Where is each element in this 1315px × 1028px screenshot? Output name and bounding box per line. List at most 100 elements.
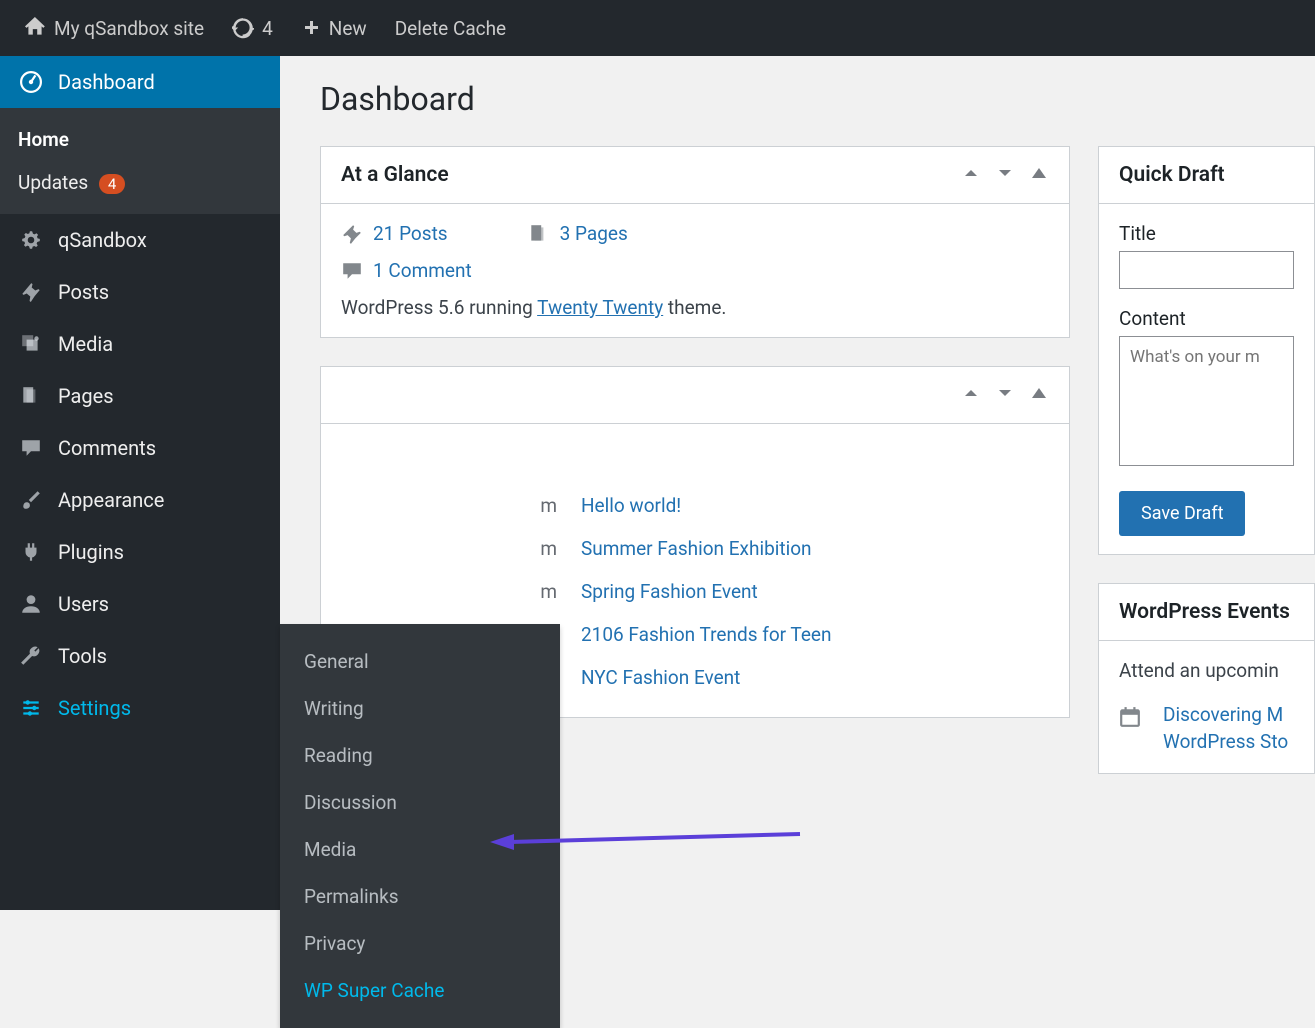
updates-link[interactable]: 4 (218, 0, 287, 56)
dashboard-submenu: Home Updates 4 (0, 108, 280, 214)
submenu-updates[interactable]: Updates 4 (0, 161, 280, 204)
menu-label: Dashboard (58, 70, 155, 94)
menu-plugins[interactable]: Plugins (0, 526, 280, 578)
activity-link[interactable]: Hello world! (581, 494, 681, 517)
new-label: New (329, 17, 367, 40)
site-name: My qSandbox site (54, 17, 204, 40)
move-down-icon[interactable] (995, 163, 1015, 187)
activity-row: mHello world! (341, 484, 1049, 527)
brush-icon (18, 489, 44, 511)
sliders-icon (18, 697, 44, 719)
updates-badge: 4 (99, 174, 125, 194)
glance-comments[interactable]: 1 Comment (341, 259, 472, 282)
widget-title: Quick Draft (1119, 163, 1225, 187)
flyout-permalinks[interactable]: Permalinks (280, 873, 560, 920)
widget-title: WordPress Events (1119, 600, 1290, 624)
activity-row: mSpring Fashion Event (341, 570, 1049, 613)
update-count: 4 (262, 17, 273, 40)
site-link[interactable]: My qSandbox site (10, 0, 218, 56)
pages-icon (18, 385, 44, 407)
comment-icon (18, 437, 44, 459)
flyout-writing[interactable]: Writing (280, 685, 560, 732)
glance-posts[interactable]: 21 Posts (341, 222, 448, 245)
user-icon (18, 593, 44, 615)
activity-link[interactable]: 2106 Fashion Trends for Teen (581, 623, 832, 646)
comments-link: 1 Comment (373, 259, 472, 282)
menu-label: Comments (58, 436, 156, 460)
menu-comments[interactable]: Comments (0, 422, 280, 474)
pages-icon (528, 223, 550, 245)
event-link[interactable]: WordPress Sto (1163, 730, 1288, 753)
menu-label: Users (58, 592, 109, 616)
menu-label: Pages (58, 384, 114, 408)
menu-label: Posts (58, 280, 109, 304)
delete-cache-link[interactable]: Delete Cache (381, 0, 520, 56)
pages-link: 3 Pages (560, 222, 628, 245)
toggle-icon[interactable] (1029, 383, 1049, 407)
save-draft-button[interactable]: Save Draft (1119, 491, 1245, 536)
home-icon (24, 17, 46, 39)
flyout-media[interactable]: Media (280, 826, 560, 873)
flyout-wp-super-cache[interactable]: WP Super Cache (280, 967, 560, 1014)
menu-settings[interactable]: Settings (0, 682, 280, 734)
admin-toolbar: My qSandbox site 4 New Delete Cache (0, 0, 1315, 56)
widget-handle-actions (961, 163, 1049, 187)
plus-icon (301, 18, 321, 38)
updates-label: Updates (18, 171, 88, 194)
event-row: Discovering M WordPress Sto (1119, 702, 1294, 755)
event-link[interactable]: Discovering M (1163, 703, 1283, 726)
activity-link[interactable]: Spring Fashion Event (581, 580, 758, 603)
theme-link[interactable]: Twenty Twenty (537, 296, 663, 319)
media-icon (18, 333, 44, 355)
menu-label: Settings (58, 696, 131, 720)
move-up-icon[interactable] (961, 163, 981, 187)
wrench-icon (18, 645, 44, 667)
widget-title (341, 383, 346, 407)
submenu-home[interactable]: Home (0, 118, 280, 161)
menu-label: qSandbox (58, 228, 147, 252)
pin-icon (341, 223, 363, 245)
toggle-icon[interactable] (1029, 163, 1049, 187)
menu-media[interactable]: Media (0, 318, 280, 370)
menu-dashboard[interactable]: Dashboard (0, 56, 280, 108)
flyout-reading[interactable]: Reading (280, 732, 560, 779)
gear-icon (18, 229, 44, 251)
menu-label: Media (58, 332, 113, 356)
move-up-icon[interactable] (961, 383, 981, 407)
content-label: Content (1119, 307, 1294, 330)
content-textarea[interactable] (1119, 336, 1294, 466)
update-icon (232, 17, 254, 39)
wp-version-line: WordPress 5.6 running Twenty Twenty them… (341, 296, 1049, 319)
activity-link[interactable]: Summer Fashion Exhibition (581, 537, 812, 560)
flyout-privacy[interactable]: Privacy (280, 920, 560, 967)
new-content-link[interactable]: New (287, 0, 381, 56)
quick-draft-widget: Quick Draft Title Content Save Draft (1098, 146, 1315, 555)
comment-icon (341, 260, 363, 282)
menu-posts[interactable]: Posts (0, 266, 280, 318)
events-intro: Attend an upcomin (1119, 659, 1294, 682)
activity-row: mSummer Fashion Exhibition (341, 527, 1049, 570)
pin-icon (18, 281, 44, 303)
widget-title: At a Glance (341, 163, 449, 187)
menu-qsandbox[interactable]: qSandbox (0, 214, 280, 266)
delete-cache-label: Delete Cache (395, 17, 506, 40)
admin-sidebar: Dashboard Home Updates 4 qSandbox Posts … (0, 56, 280, 910)
flyout-general[interactable]: General (280, 638, 560, 685)
page-title: Dashboard (320, 80, 1315, 118)
widget-handle-actions (961, 383, 1049, 407)
flyout-discussion[interactable]: Discussion (280, 779, 560, 826)
glance-pages[interactable]: 3 Pages (528, 222, 628, 245)
menu-users[interactable]: Users (0, 578, 280, 630)
menu-pages[interactable]: Pages (0, 370, 280, 422)
title-input[interactable] (1119, 251, 1294, 289)
menu-tools[interactable]: Tools (0, 630, 280, 682)
at-a-glance-widget: At a Glance 21 Posts (320, 146, 1070, 338)
activity-link[interactable]: NYC Fashion Event (581, 666, 740, 689)
move-down-icon[interactable] (995, 383, 1015, 407)
menu-label: Appearance (58, 488, 164, 512)
menu-appearance[interactable]: Appearance (0, 474, 280, 526)
posts-link: 21 Posts (373, 222, 448, 245)
plugin-icon (18, 541, 44, 563)
calendar-icon (1119, 706, 1141, 728)
menu-label: Tools (58, 644, 107, 668)
